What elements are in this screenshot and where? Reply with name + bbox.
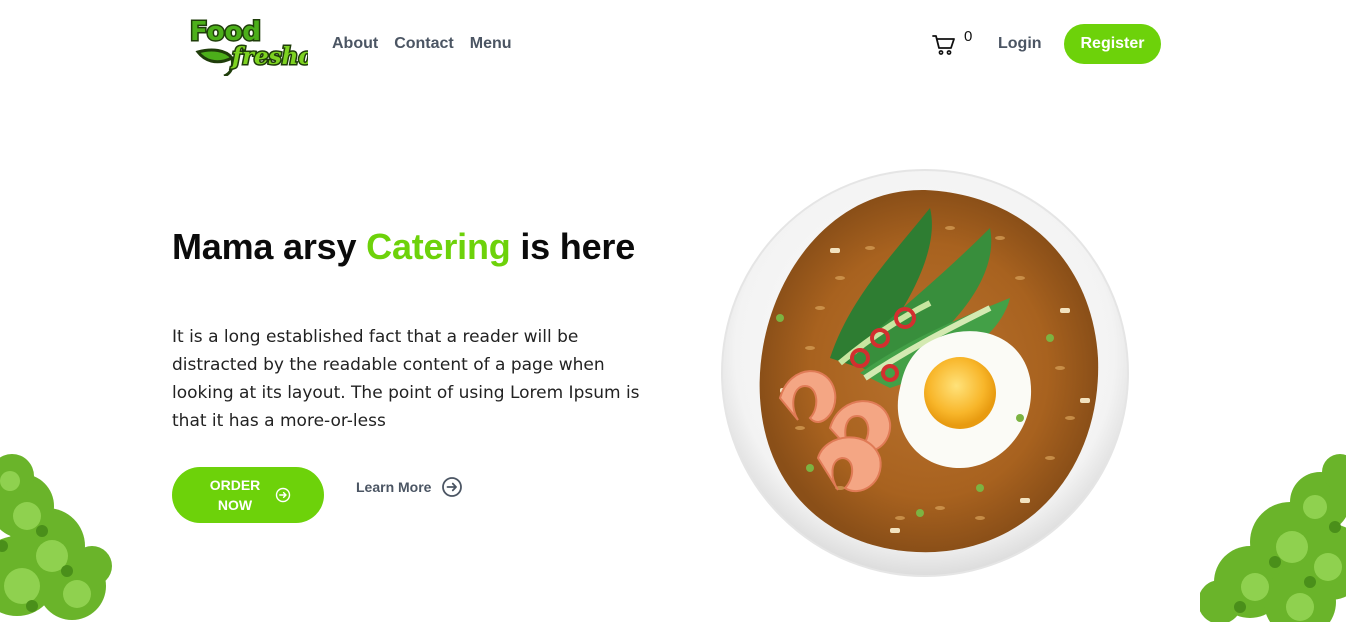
arrow-circle-right-icon bbox=[442, 477, 463, 497]
logo-word-fresho: fresho bbox=[230, 43, 308, 70]
nav-link-about[interactable]: About bbox=[332, 34, 378, 54]
fried-rice-plate-image bbox=[720, 168, 1130, 578]
lettuce-image bbox=[1198, 452, 1346, 622]
cart-button[interactable]: 0 bbox=[932, 28, 976, 58]
learn-more-label: Learn More bbox=[356, 479, 432, 495]
hero-title-accent: Catering bbox=[366, 226, 511, 267]
register-button[interactable]: Register bbox=[1064, 24, 1161, 64]
order-now-button[interactable]: ORDER NOW bbox=[172, 467, 324, 523]
hero-title-part-1: Mama arsy bbox=[172, 226, 357, 267]
nav-link-menu[interactable]: Menu bbox=[470, 34, 512, 54]
hero-title: Mama arsy Catering is here bbox=[172, 226, 642, 267]
food-fresho-logo[interactable]: Food fresho bbox=[186, 10, 315, 78]
hero-description: It is a long established fact that a rea… bbox=[172, 327, 640, 431]
navbar: Food fresho About Contact Menu 0 Login R… bbox=[0, 0, 1346, 88]
arrow-circle-right-icon bbox=[275, 487, 291, 503]
shopping-cart-icon bbox=[932, 35, 955, 55]
nav-links: About Contact Menu bbox=[332, 34, 528, 54]
login-link[interactable]: Login bbox=[998, 34, 1042, 54]
nav-link-contact[interactable]: Contact bbox=[394, 34, 454, 54]
learn-more-link[interactable]: Learn More bbox=[356, 476, 463, 498]
lettuce-image bbox=[0, 446, 122, 622]
cart-count: 0 bbox=[964, 28, 973, 45]
order-now-label: ORDER NOW bbox=[209, 477, 261, 513]
hero-title-part-2: is here bbox=[520, 226, 636, 267]
